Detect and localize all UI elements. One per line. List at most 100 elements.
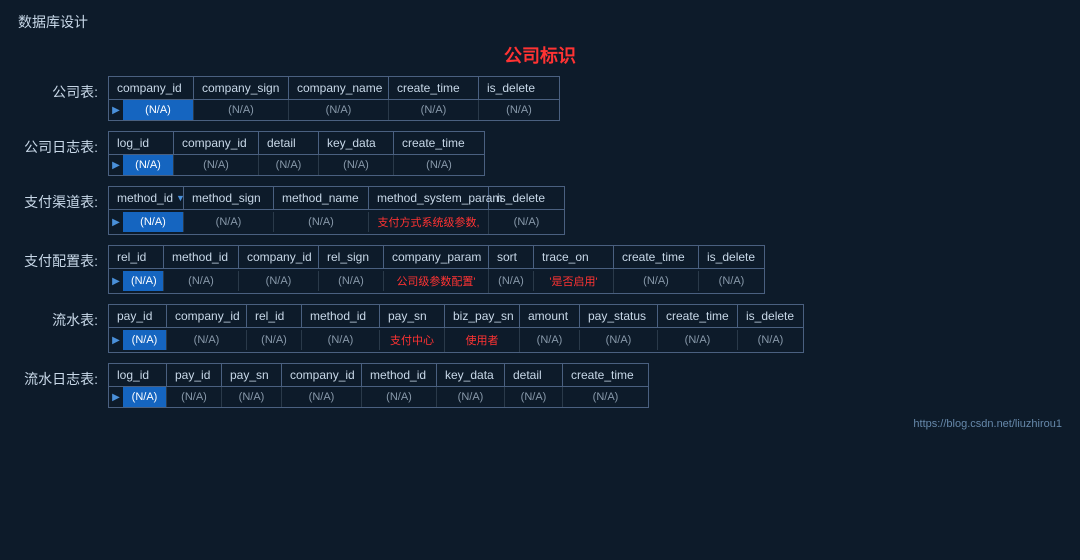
col-cell-0-1: (N/A) — [194, 100, 289, 120]
col-cell-4-4: 支付中心 — [380, 328, 445, 352]
col-header-4-4: pay_sn — [380, 305, 445, 327]
col-header-2-1: method_sign — [184, 187, 274, 209]
col-cell-3-7: (N/A) — [614, 271, 699, 291]
col-header-3-6: trace_on — [534, 246, 614, 268]
col-cell-4-5: 使用者 — [445, 328, 520, 352]
col-cell-5-6: (N/A) — [505, 387, 563, 407]
table-row-wrapper-1: 公司日志表:log_idcompany_iddetailkey_datacrea… — [18, 131, 1062, 176]
col-cell-0-2: (N/A) — [289, 100, 389, 120]
col-header-1-4: create_time — [394, 132, 484, 154]
db-table-2: method_id▼method_signmethod_namemethod_s… — [108, 186, 565, 235]
row-arrow-2: ▶ — [109, 213, 123, 232]
col-cell-1-0: (N/A) — [123, 155, 174, 175]
db-table-4: pay_idcompany_idrel_idmethod_idpay_snbiz… — [108, 304, 804, 353]
col-cell-4-1: (N/A) — [167, 330, 247, 350]
col-header-4-8: create_time — [658, 305, 738, 327]
table-row-wrapper-3: 支付配置表:rel_idmethod_idcompany_idrel_signc… — [18, 245, 1062, 294]
col-cell-4-7: (N/A) — [580, 330, 658, 350]
col-cell-5-3: (N/A) — [282, 387, 362, 407]
db-table-5: log_idpay_idpay_sncompany_idmethod_idkey… — [108, 363, 649, 408]
col-header-3-5: sort — [489, 246, 534, 268]
col-header-5-1: pay_id — [167, 364, 222, 386]
col-cell-5-0: (N/A) — [123, 387, 167, 407]
col-header-2-2: method_name — [274, 187, 369, 209]
col-header-4-7: pay_status — [580, 305, 658, 327]
col-header-4-3: method_id — [302, 305, 380, 327]
col-header-5-5: key_data — [437, 364, 505, 386]
page-title: 数据库设计 — [18, 12, 1062, 32]
row-arrow-4: ▶ — [109, 331, 123, 350]
col-header-3-3: rel_sign — [319, 246, 384, 268]
col-header-5-7: create_time — [563, 364, 648, 386]
table-row-wrapper-5: 流水日志表:log_idpay_idpay_sncompany_idmethod… — [18, 363, 1062, 408]
col-cell-3-2: (N/A) — [239, 271, 319, 291]
col-header-1-0: log_id — [109, 132, 174, 154]
col-cell-2-2: (N/A) — [274, 212, 369, 232]
col-header-0-3: create_time — [389, 77, 479, 99]
col-cell-5-2: (N/A) — [222, 387, 282, 407]
row-arrow-5: ▶ — [109, 388, 123, 407]
col-cell-0-3: (N/A) — [389, 100, 479, 120]
col-header-5-4: method_id — [362, 364, 437, 386]
col-cell-2-3: 支付方式系统级参数, — [369, 210, 489, 234]
col-cell-5-7: (N/A) — [563, 387, 648, 407]
col-header-3-2: company_id — [239, 246, 319, 268]
col-header-4-0: pay_id — [109, 305, 167, 327]
col-header-4-1: company_id — [167, 305, 247, 327]
col-cell-3-5: (N/A) — [489, 271, 534, 291]
col-cell-3-0: (N/A) — [123, 271, 164, 291]
db-table-3: rel_idmethod_idcompany_idrel_signcompany… — [108, 245, 765, 294]
col-header-1-1: company_id — [174, 132, 259, 154]
col-cell-1-1: (N/A) — [174, 155, 259, 175]
col-cell-2-4: (N/A) — [489, 212, 564, 232]
col-header-5-3: company_id — [282, 364, 362, 386]
col-cell-3-8: (N/A) — [699, 271, 764, 291]
col-header-4-9: is_delete — [738, 305, 803, 327]
table-label-4: 流水表: — [18, 304, 108, 330]
db-table-1: log_idcompany_iddetailkey_datacreate_tim… — [108, 131, 485, 176]
col-cell-3-3: (N/A) — [319, 271, 384, 291]
col-cell-4-3: (N/A) — [302, 330, 380, 350]
col-cell-3-1: (N/A) — [164, 271, 239, 291]
col-cell-3-4: 公司级参数配置' — [384, 269, 489, 293]
col-cell-4-9: (N/A) — [738, 330, 803, 350]
col-header-5-2: pay_sn — [222, 364, 282, 386]
table-label-0: 公司表: — [18, 76, 108, 102]
table-label-2: 支付渠道表: — [18, 186, 108, 212]
center-label: 公司标识 — [18, 42, 1062, 68]
table-row-wrapper-4: 流水表:pay_idcompany_idrel_idmethod_idpay_s… — [18, 304, 1062, 353]
table-label-1: 公司日志表: — [18, 131, 108, 157]
col-cell-0-4: (N/A) — [479, 100, 559, 120]
col-cell-4-0: (N/A) — [123, 330, 167, 350]
col-header-3-8: is_delete — [699, 246, 764, 268]
col-header-4-5: biz_pay_sn — [445, 305, 520, 327]
col-header-1-3: key_data — [319, 132, 394, 154]
col-cell-1-2: (N/A) — [259, 155, 319, 175]
col-header-4-2: rel_id — [247, 305, 302, 327]
col-header-0-0: company_id — [109, 77, 194, 99]
col-header-4-6: amount — [520, 305, 580, 327]
table-row-wrapper-0: 公司表:company_idcompany_signcompany_namecr… — [18, 76, 1062, 121]
col-header-3-0: rel_id — [109, 246, 164, 268]
col-cell-5-1: (N/A) — [167, 387, 222, 407]
col-header-0-2: company_name — [289, 77, 389, 99]
col-cell-4-8: (N/A) — [658, 330, 738, 350]
col-cell-1-3: (N/A) — [319, 155, 394, 175]
col-header-0-1: company_sign — [194, 77, 289, 99]
col-cell-5-4: (N/A) — [362, 387, 437, 407]
col-header-2-4: is_delete — [489, 187, 564, 209]
table-label-5: 流水日志表: — [18, 363, 108, 389]
table-row-wrapper-2: 支付渠道表:method_id▼method_signmethod_nameme… — [18, 186, 1062, 235]
col-cell-4-2: (N/A) — [247, 330, 302, 350]
col-header-2-3: method_system_param — [369, 187, 489, 209]
table-label-3: 支付配置表: — [18, 245, 108, 271]
col-header-2-0: method_id▼ — [109, 187, 184, 209]
col-header-3-4: company_param — [384, 246, 489, 268]
col-header-3-7: create_time — [614, 246, 699, 268]
col-cell-2-0: (N/A) — [123, 212, 184, 232]
col-header-3-1: method_id — [164, 246, 239, 268]
col-cell-5-5: (N/A) — [437, 387, 505, 407]
col-cell-1-4: (N/A) — [394, 155, 484, 175]
col-header-1-2: detail — [259, 132, 319, 154]
col-cell-0-0: (N/A) — [123, 100, 194, 120]
